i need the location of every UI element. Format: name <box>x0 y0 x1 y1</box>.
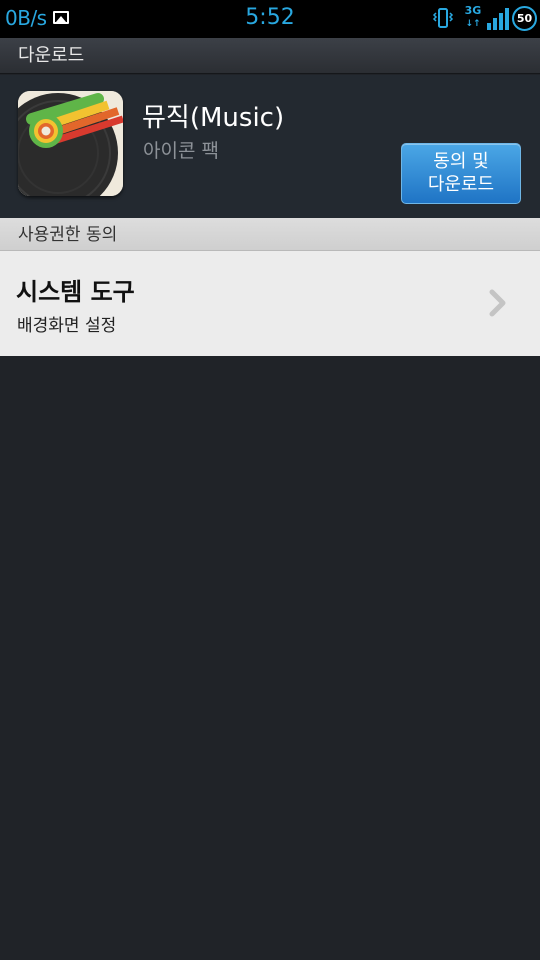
battery-icon: 50 <box>512 6 537 31</box>
music-app-icon <box>18 91 123 196</box>
permissions-section-header: 사용권한 동의 <box>0 218 540 251</box>
agree-download-label-line1: 동의 및 <box>433 151 489 172</box>
app-name: 뮤직(Music) <box>142 103 285 133</box>
status-bar: 0B/s 5:52 3G ↓↑ 50 <box>0 0 540 38</box>
permission-item-system-tools[interactable]: 시스템 도구 배경화면 설정 <box>0 251 540 356</box>
app-subtitle: 아이콘 팩 <box>143 140 219 162</box>
vibrate-icon <box>432 8 454 28</box>
permission-description: 배경화면 설정 <box>17 316 117 336</box>
network-type-icon: 3G ↓↑ <box>464 4 482 30</box>
chevron-right-icon <box>489 289 506 317</box>
signal-icon <box>487 8 509 30</box>
clock: 5:52 <box>245 5 295 30</box>
page-title: 다운로드 <box>0 38 540 74</box>
permission-title: 시스템 도구 <box>16 278 135 306</box>
agree-download-label-line2: 다운로드 <box>427 174 495 195</box>
agree-download-button[interactable]: 동의 및 다운로드 <box>401 143 521 204</box>
app-header: 뮤직(Music) 아이콘 팩 동의 및 다운로드 <box>0 75 540 218</box>
